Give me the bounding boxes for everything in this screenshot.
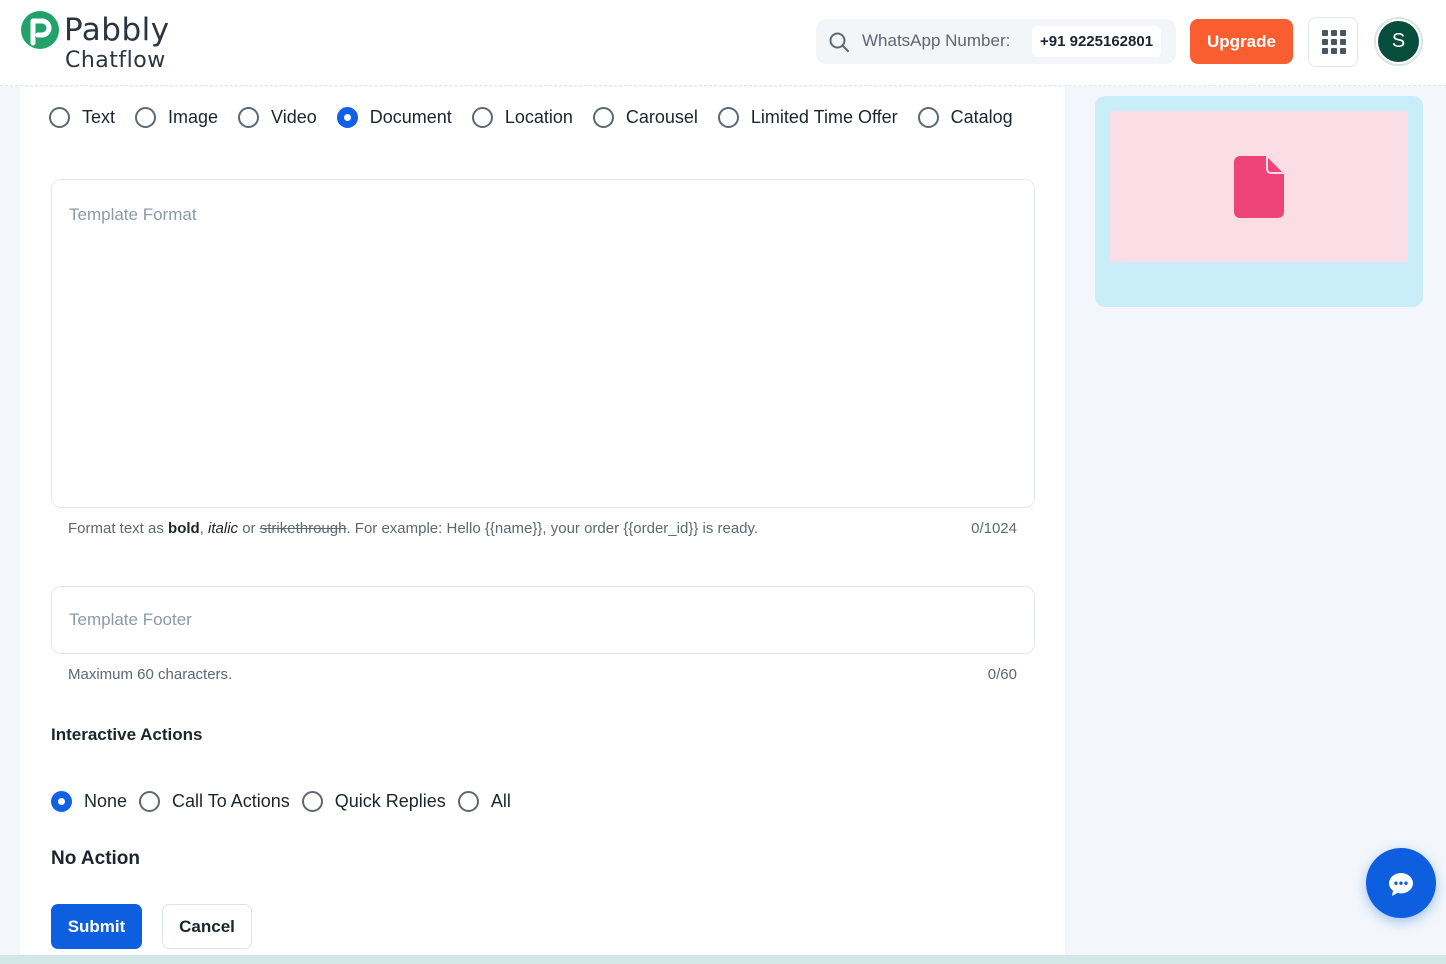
radio-option-quick-replies[interactable]: Quick Replies: [301, 791, 446, 812]
helper-italic-example: italic: [208, 520, 239, 537]
chat-support-button[interactable]: [1366, 848, 1436, 918]
radio-label: Video: [271, 107, 317, 127]
logo-text-pabbly: Pabbly: [64, 12, 170, 48]
radio-label: Limited Time Offer: [750, 107, 898, 127]
radio-label: Image: [168, 107, 219, 127]
radio-label: Carousel: [625, 107, 698, 127]
top-header: Pabbly Chatflow WhatsApp Number: +91 922…: [0, 0, 1446, 86]
interactive-actions-radio-group: None Call To Actions Quick Replies All: [51, 791, 511, 812]
radio-button[interactable]: [457, 791, 479, 812]
template-footer-placeholder: Template Footer: [69, 610, 192, 629]
avatar-initial: S: [1378, 21, 1419, 62]
helper-strike-example: strikethrough: [259, 520, 347, 537]
pabbly-logo-icon: [21, 11, 59, 49]
template-format-textarea[interactable]: Template Format: [51, 179, 1035, 508]
template-form-card: Text Image Video Document Location Carou…: [20, 87, 1065, 955]
radio-option-carousel[interactable]: Carousel: [592, 107, 698, 128]
radio-option-document[interactable]: Document: [336, 107, 452, 128]
logo-text-chatflow: Chatflow: [65, 48, 166, 73]
radio-option-all[interactable]: All: [457, 791, 511, 812]
radio-option-catalog[interactable]: Catalog: [917, 107, 1013, 128]
radio-option-text[interactable]: Text: [49, 107, 115, 128]
format-helper-text: Format text as bold, italic or strikethr…: [68, 520, 759, 537]
radio-option-image[interactable]: Image: [135, 107, 218, 128]
radio-label: Location: [504, 107, 573, 127]
user-avatar[interactable]: S: [1374, 17, 1423, 66]
message-preview-panel: [1095, 96, 1423, 307]
radio-button-selected[interactable]: [51, 791, 72, 812]
radio-button-selected[interactable]: [336, 107, 358, 128]
footer-helper-text: Maximum 60 characters.: [68, 666, 233, 683]
pabbly-logo[interactable]: Pabbly Chatflow: [20, 10, 190, 74]
radio-button[interactable]: [49, 107, 70, 128]
whatsapp-number-box[interactable]: WhatsApp Number: +91 9225162801: [816, 19, 1176, 64]
interactive-actions-title: Interactive Actions: [51, 725, 203, 744]
radio-button[interactable]: [471, 107, 493, 128]
document-icon: [1234, 156, 1284, 218]
format-char-counter: 0/1024: [971, 520, 1017, 537]
cancel-button[interactable]: Cancel: [162, 904, 252, 949]
template-format-placeholder: Template Format: [69, 205, 197, 224]
search-icon: [829, 32, 849, 52]
radio-label: All: [490, 791, 511, 811]
radio-option-none[interactable]: None: [51, 791, 127, 812]
radio-label: Call To Actions: [172, 791, 290, 811]
radio-button[interactable]: [301, 791, 323, 812]
radio-label: Text: [82, 107, 116, 127]
radio-option-location[interactable]: Location: [471, 107, 573, 128]
radio-button[interactable]: [135, 107, 157, 128]
radio-label: Quick Replies: [334, 791, 446, 811]
whatsapp-number-label: WhatsApp Number:: [862, 31, 1011, 50]
radio-button[interactable]: [139, 791, 161, 812]
helper-bold-example: bold: [168, 520, 200, 537]
whatsapp-number-value: +91 9225162801: [1032, 26, 1162, 57]
footer-char-counter: 0/60: [987, 666, 1017, 683]
apps-grid-icon: [1322, 30, 1346, 54]
radio-option-limited-time-offer[interactable]: Limited Time Offer: [717, 107, 898, 128]
radio-label: None: [84, 791, 128, 811]
upgrade-button[interactable]: Upgrade: [1190, 19, 1293, 64]
apps-menu-button[interactable]: [1308, 17, 1358, 67]
radio-label: Document: [369, 107, 452, 127]
radio-button[interactable]: [917, 107, 939, 128]
radio-button[interactable]: [238, 107, 260, 128]
radio-option-video[interactable]: Video: [238, 107, 317, 128]
submit-button[interactable]: Submit: [51, 904, 142, 949]
no-action-label: No Action: [51, 848, 141, 869]
chat-bubble-icon: [1389, 873, 1413, 896]
document-preview: [1110, 111, 1408, 262]
template-footer-input[interactable]: Template Footer: [51, 586, 1035, 654]
bottom-scroll-strip: [0, 955, 1446, 964]
radio-option-call-to-actions[interactable]: Call To Actions: [139, 791, 290, 812]
radio-button[interactable]: [717, 107, 739, 128]
radio-label: Catalog: [950, 107, 1013, 127]
template-type-radio-group: Text Image Video Document Location Carou…: [49, 107, 1013, 128]
radio-button[interactable]: [592, 107, 614, 128]
